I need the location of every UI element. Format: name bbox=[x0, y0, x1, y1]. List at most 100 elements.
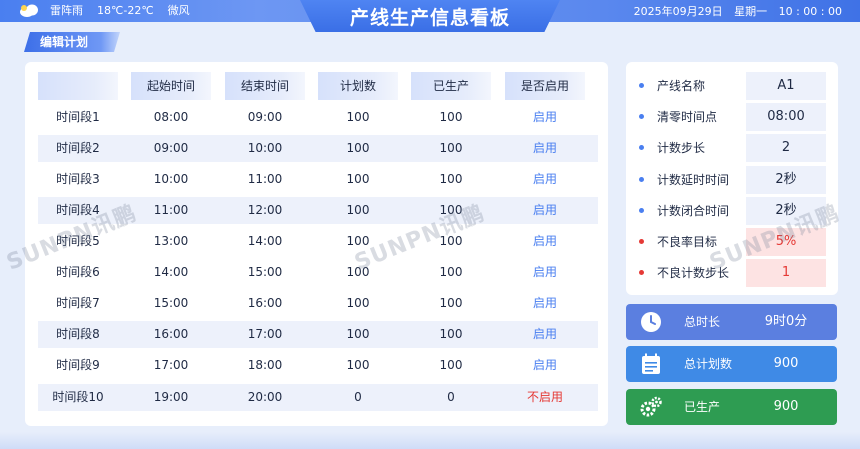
start-time: 13:00 bbox=[153, 234, 189, 248]
end-time: 15:00 bbox=[247, 265, 283, 279]
stat-label: 总时长 bbox=[684, 315, 721, 329]
time-text: 10 : 00 : 00 bbox=[778, 5, 842, 18]
produced-count: 100 bbox=[439, 110, 463, 124]
end-time: 20:00 bbox=[247, 390, 283, 404]
info-value: A1 bbox=[746, 72, 826, 100]
enable-toggle[interactable]: 启用 bbox=[505, 321, 585, 348]
header-start-time: 起始时间 bbox=[131, 72, 211, 100]
table-row: 时间段5 13:00 14:00 100 100 启用 bbox=[38, 228, 598, 255]
info-reset-time: 清零时间点 08:00 bbox=[626, 103, 838, 131]
table-header: 起始时间 结束时间 计划数 已生产 是否启用 bbox=[38, 72, 598, 100]
cloud-icon bbox=[18, 2, 40, 18]
enable-toggle[interactable]: 启用 bbox=[505, 166, 585, 193]
info-count-close-time: 计数闭合时间 2秒 bbox=[626, 197, 838, 225]
header-plan-count: 计划数 bbox=[318, 72, 398, 100]
enable-toggle[interactable]: 不启用 bbox=[505, 384, 585, 411]
plan-count: 100 bbox=[346, 265, 370, 279]
plan-count: 100 bbox=[346, 296, 370, 310]
bullet-dot bbox=[639, 177, 644, 182]
plan-count: 0 bbox=[354, 390, 362, 404]
info-value: 2秒 bbox=[746, 166, 826, 194]
produced-count: 100 bbox=[439, 203, 463, 217]
stat-produced: 已生产 900 bbox=[626, 389, 837, 425]
info-label: 计数延时时间 bbox=[657, 173, 730, 187]
header-produced: 已生产 bbox=[411, 72, 491, 100]
header-end-time: 结束时间 bbox=[225, 72, 305, 100]
page-title: 产线生产信息看板 bbox=[349, 7, 510, 29]
start-time: 16:00 bbox=[153, 327, 189, 341]
start-time: 19:00 bbox=[153, 390, 189, 404]
stat-label: 已生产 bbox=[684, 400, 721, 414]
end-time: 18:00 bbox=[247, 358, 283, 372]
produced-count: 100 bbox=[439, 358, 463, 372]
period-name: 时间段10 bbox=[52, 390, 104, 404]
produced-count: 100 bbox=[439, 265, 463, 279]
table-row: 时间段3 10:00 11:00 100 100 启用 bbox=[38, 166, 598, 193]
start-time: 11:00 bbox=[153, 203, 189, 217]
header-blank bbox=[38, 72, 118, 100]
calendar-icon bbox=[640, 353, 662, 375]
stat-value: 900 bbox=[773, 356, 799, 371]
info-count-delay: 计数延时时间 2秒 bbox=[626, 166, 838, 194]
produced-count: 100 bbox=[439, 327, 463, 341]
stat-value: 900 bbox=[773, 399, 799, 414]
info-label: 计数闭合时间 bbox=[657, 204, 730, 218]
info-value: 2 bbox=[746, 134, 826, 162]
start-time: 17:00 bbox=[153, 358, 189, 372]
header-enabled: 是否启用 bbox=[505, 72, 585, 100]
plan-count: 100 bbox=[346, 110, 370, 124]
bullet-dot bbox=[639, 83, 644, 88]
period-name: 时间段5 bbox=[56, 234, 100, 248]
plan-count: 100 bbox=[346, 234, 370, 248]
info-count-step: 计数步长 2 bbox=[626, 134, 838, 162]
start-time: 09:00 bbox=[153, 141, 189, 155]
enable-toggle[interactable]: 启用 bbox=[505, 228, 585, 255]
weather-wind: 微风 bbox=[167, 4, 190, 17]
plan-count: 100 bbox=[346, 327, 370, 341]
weather-info: 雷阵雨 18℃-22℃ 微风 bbox=[18, 2, 204, 18]
info-value: 08:00 bbox=[746, 103, 826, 131]
bullet-dot bbox=[639, 114, 644, 119]
table-row: 时间段2 09:00 10:00 100 100 启用 bbox=[38, 135, 598, 162]
produced-count: 100 bbox=[439, 141, 463, 155]
table-row: 时间段4 11:00 12:00 100 100 启用 bbox=[38, 197, 598, 224]
stat-total-duration: 总时长 9时0分 bbox=[626, 304, 837, 340]
enable-toggle[interactable]: 启用 bbox=[505, 290, 585, 317]
stat-total-plan: 总计划数 900 bbox=[626, 346, 837, 382]
table-row: 时间段8 16:00 17:00 100 100 启用 bbox=[38, 321, 598, 348]
enable-toggle[interactable]: 启用 bbox=[505, 104, 585, 131]
info-label: 清零时间点 bbox=[657, 110, 718, 124]
enable-toggle[interactable]: 启用 bbox=[505, 259, 585, 286]
enable-toggle[interactable]: 启用 bbox=[505, 352, 585, 379]
table-row: 时间段7 15:00 16:00 100 100 启用 bbox=[38, 290, 598, 317]
produced-count: 100 bbox=[439, 234, 463, 248]
edit-plan-button[interactable]: 编辑计划 bbox=[24, 32, 120, 52]
produced-count: 0 bbox=[447, 390, 455, 404]
end-time: 12:00 bbox=[247, 203, 283, 217]
info-defect-target: 不良率目标 5% bbox=[626, 228, 838, 256]
period-name: 时间段3 bbox=[56, 172, 100, 186]
period-name: 时间段8 bbox=[56, 327, 100, 341]
table-row: 时间段6 14:00 15:00 100 100 启用 bbox=[38, 259, 598, 286]
alert-dot bbox=[639, 270, 644, 275]
period-name: 时间段6 bbox=[56, 265, 100, 279]
end-time: 09:00 bbox=[247, 110, 283, 124]
enable-toggle[interactable]: 启用 bbox=[505, 135, 585, 162]
end-time: 16:00 bbox=[247, 296, 283, 310]
period-name: 时间段9 bbox=[56, 358, 100, 372]
bullet-dot bbox=[639, 208, 644, 213]
datetime: 2025年09月29日 星期一 10 : 00 : 00 bbox=[626, 3, 842, 19]
table-row: 时间段9 17:00 18:00 100 100 启用 bbox=[38, 352, 598, 379]
plan-count: 100 bbox=[346, 141, 370, 155]
enable-toggle[interactable]: 启用 bbox=[505, 197, 585, 224]
info-value: 5% bbox=[746, 228, 826, 256]
stat-label: 总计划数 bbox=[684, 357, 733, 371]
period-name: 时间段1 bbox=[56, 110, 100, 124]
info-label: 不良率目标 bbox=[657, 235, 718, 249]
info-line-name: 产线名称 A1 bbox=[626, 72, 838, 100]
start-time: 14:00 bbox=[153, 265, 189, 279]
period-name: 时间段2 bbox=[56, 141, 100, 155]
end-time: 17:00 bbox=[247, 327, 283, 341]
line-info-panel: 产线名称 A1 清零时间点 08:00 计数步长 2 计数延时时间 2秒 计数闭… bbox=[626, 62, 838, 295]
end-time: 14:00 bbox=[247, 234, 283, 248]
